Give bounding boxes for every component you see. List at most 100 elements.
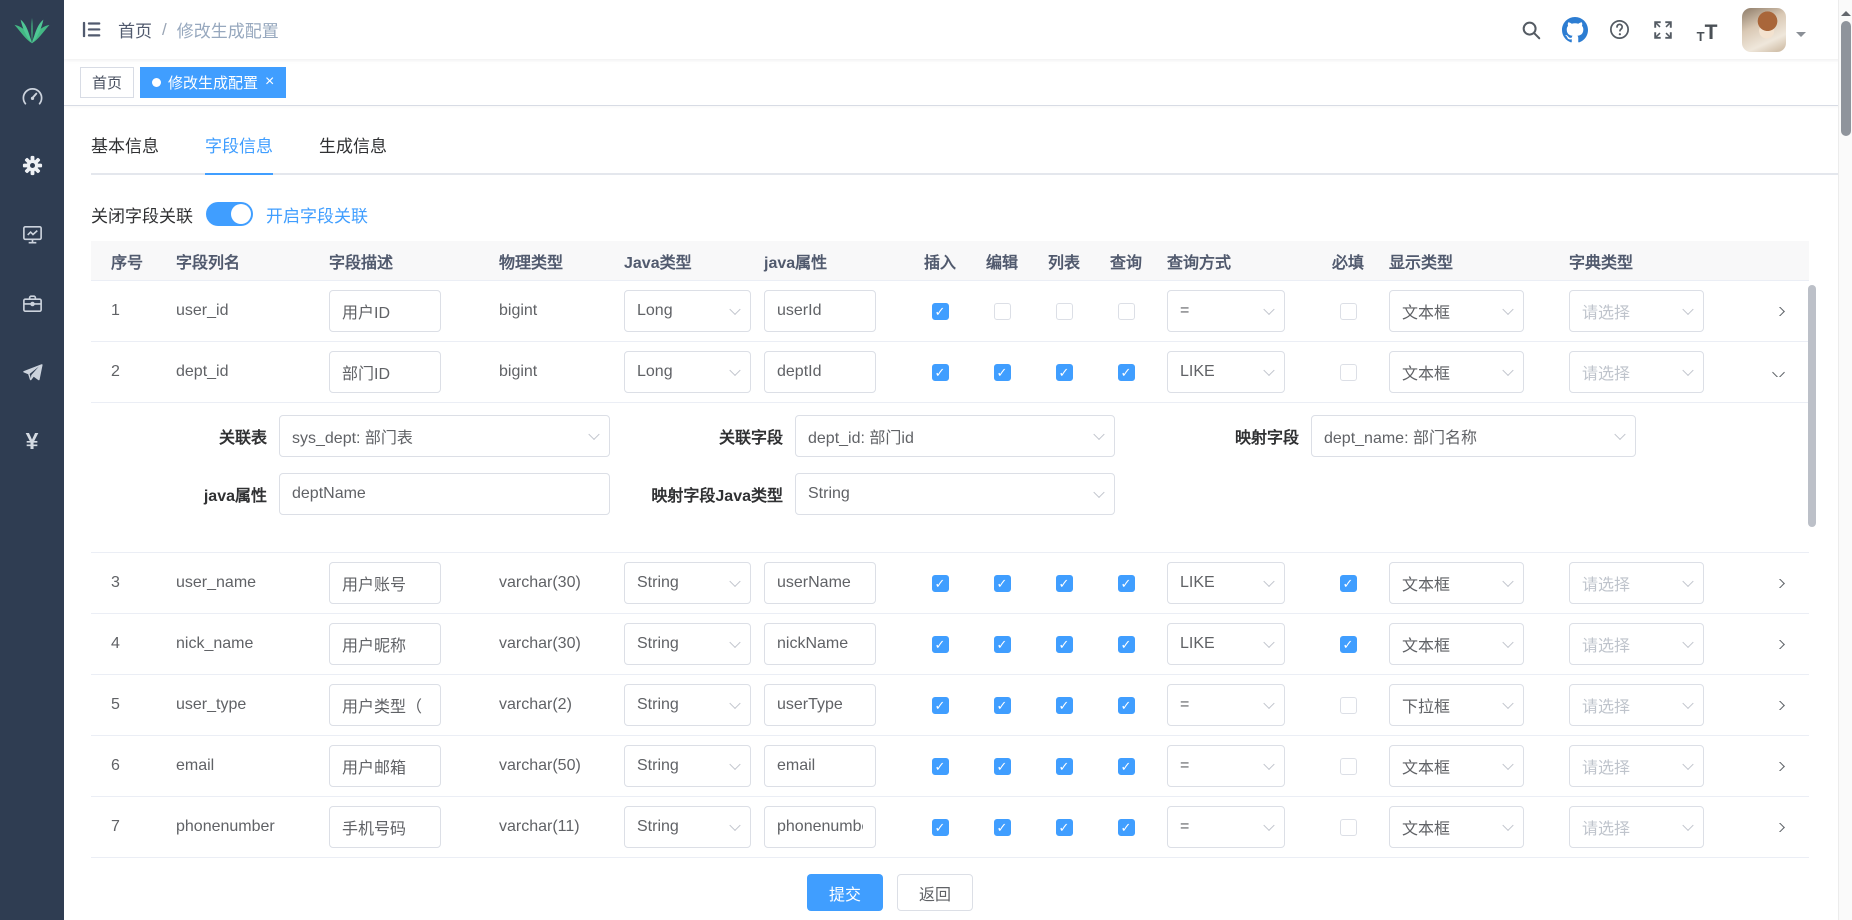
list-checkbox[interactable]: ✓ xyxy=(1056,819,1073,836)
field-description-input[interactable] xyxy=(329,562,441,604)
edit-checkbox[interactable]: ✓ xyxy=(994,697,1011,714)
query-checkbox[interactable] xyxy=(1118,303,1135,320)
edit-checkbox[interactable] xyxy=(994,303,1011,320)
query-checkbox[interactable]: ✓ xyxy=(1118,636,1135,653)
required-checkbox[interactable]: ✓ xyxy=(1340,575,1357,592)
insert-checkbox[interactable]: ✓ xyxy=(932,636,949,653)
close-tag-icon[interactable]: × xyxy=(265,74,274,90)
table-scrollbar-thumb[interactable] xyxy=(1808,285,1816,527)
expansion-select[interactable]: dept_name: 部门名称 xyxy=(1311,415,1636,457)
paper-plane-icon[interactable] xyxy=(0,338,64,407)
edit-checkbox[interactable]: ✓ xyxy=(994,575,1011,592)
query-mode-select[interactable]: = xyxy=(1167,684,1285,726)
query-checkbox[interactable]: ✓ xyxy=(1118,364,1135,381)
field-description-input[interactable] xyxy=(329,290,441,332)
display-type-select[interactable]: 文本框 xyxy=(1389,290,1524,332)
query-mode-select[interactable]: = xyxy=(1167,806,1285,848)
field-relation-switch[interactable] xyxy=(206,202,253,226)
expansion-input[interactable] xyxy=(279,473,610,515)
list-checkbox[interactable] xyxy=(1056,303,1073,320)
insert-checkbox[interactable]: ✓ xyxy=(932,575,949,592)
github-icon[interactable] xyxy=(1562,17,1588,43)
font-size-icon[interactable]: TT xyxy=(1694,17,1720,43)
java-type-select[interactable]: String xyxy=(624,623,751,665)
breadcrumb-home[interactable]: 首页 xyxy=(118,17,152,42)
list-checkbox[interactable]: ✓ xyxy=(1056,697,1073,714)
tag-home[interactable]: 首页 xyxy=(80,67,134,98)
query-mode-select[interactable]: = xyxy=(1167,745,1285,787)
java-type-select[interactable]: Long xyxy=(624,290,751,332)
java-attribute-input[interactable] xyxy=(764,623,876,665)
user-avatar[interactable] xyxy=(1742,8,1786,52)
java-attribute-input[interactable] xyxy=(764,290,876,332)
page-scrollbar[interactable] xyxy=(1838,0,1852,920)
query-checkbox[interactable]: ✓ xyxy=(1118,819,1135,836)
insert-checkbox[interactable]: ✓ xyxy=(932,364,949,381)
fullscreen-icon[interactable] xyxy=(1650,17,1676,43)
list-checkbox[interactable]: ✓ xyxy=(1056,575,1073,592)
expand-row-icon[interactable] xyxy=(1772,640,1785,649)
list-checkbox[interactable]: ✓ xyxy=(1056,636,1073,653)
query-checkbox[interactable]: ✓ xyxy=(1118,758,1135,775)
field-description-input[interactable] xyxy=(329,684,441,726)
sidebar-toggle-icon[interactable] xyxy=(64,18,118,41)
query-mode-select[interactable]: LIKE xyxy=(1167,351,1285,393)
field-description-input[interactable] xyxy=(329,351,441,393)
field-description-input[interactable] xyxy=(329,745,441,787)
required-checkbox[interactable] xyxy=(1340,364,1357,381)
insert-checkbox[interactable]: ✓ xyxy=(932,758,949,775)
edit-checkbox[interactable]: ✓ xyxy=(994,364,1011,381)
search-icon[interactable] xyxy=(1518,17,1544,43)
app-logo[interactable] xyxy=(0,0,64,62)
expand-row-icon[interactable] xyxy=(1772,762,1785,771)
dashboard-icon[interactable] xyxy=(0,62,64,131)
java-attribute-input[interactable] xyxy=(764,351,876,393)
required-checkbox[interactable] xyxy=(1340,303,1357,320)
query-mode-select[interactable]: LIKE xyxy=(1167,623,1285,665)
list-checkbox[interactable]: ✓ xyxy=(1056,364,1073,381)
java-type-select[interactable]: String xyxy=(624,745,751,787)
java-attribute-input[interactable] xyxy=(764,745,876,787)
dict-type-select[interactable]: 请选择 xyxy=(1569,562,1704,604)
required-checkbox[interactable] xyxy=(1340,697,1357,714)
query-mode-select[interactable]: LIKE xyxy=(1167,562,1285,604)
java-attribute-input[interactable] xyxy=(764,806,876,848)
tab-generate-info[interactable]: 生成信息 xyxy=(319,132,387,173)
java-type-select[interactable]: Long xyxy=(624,351,751,393)
dict-type-select[interactable]: 请选择 xyxy=(1569,623,1704,665)
dict-type-select[interactable]: 请选择 xyxy=(1569,806,1704,848)
page-scrollbar-thumb[interactable] xyxy=(1841,21,1851,136)
java-type-select[interactable]: String xyxy=(624,562,751,604)
java-attribute-input[interactable] xyxy=(764,562,876,604)
scroll-up-arrow-icon[interactable] xyxy=(1841,6,1851,16)
expansion-select[interactable]: sys_dept: 部门表 xyxy=(279,415,610,457)
dict-type-select[interactable]: 请选择 xyxy=(1569,745,1704,787)
expand-row-icon[interactable] xyxy=(1772,701,1785,710)
insert-checkbox[interactable]: ✓ xyxy=(932,303,949,320)
edit-checkbox[interactable]: ✓ xyxy=(994,758,1011,775)
java-type-select[interactable]: String xyxy=(624,684,751,726)
list-checkbox[interactable]: ✓ xyxy=(1056,758,1073,775)
expand-row-icon[interactable] xyxy=(1772,823,1785,832)
toolbox-icon[interactable] xyxy=(0,269,64,338)
user-menu-caret-icon[interactable] xyxy=(1796,32,1806,42)
gear-icon[interactable] xyxy=(0,131,64,200)
display-type-select[interactable]: 文本框 xyxy=(1389,806,1524,848)
display-type-select[interactable]: 文本框 xyxy=(1389,562,1524,604)
expansion-select[interactable]: dept_id: 部门id xyxy=(795,415,1115,457)
insert-checkbox[interactable]: ✓ xyxy=(932,819,949,836)
submit-button[interactable]: 提交 xyxy=(807,874,883,911)
expand-row-icon[interactable] xyxy=(1772,579,1785,588)
insert-checkbox[interactable]: ✓ xyxy=(932,697,949,714)
monitor-icon[interactable] xyxy=(0,200,64,269)
field-description-input[interactable] xyxy=(329,623,441,665)
expansion-select[interactable]: String xyxy=(795,473,1115,515)
collapse-row-icon[interactable] xyxy=(1772,368,1785,377)
required-checkbox[interactable]: ✓ xyxy=(1340,636,1357,653)
display-type-select[interactable]: 文本框 xyxy=(1389,745,1524,787)
dict-type-select[interactable]: 请选择 xyxy=(1569,290,1704,332)
field-description-input[interactable] xyxy=(329,806,441,848)
query-mode-select[interactable]: = xyxy=(1167,290,1285,332)
edit-checkbox[interactable]: ✓ xyxy=(994,819,1011,836)
yuan-icon[interactable]: ¥ xyxy=(0,407,64,476)
